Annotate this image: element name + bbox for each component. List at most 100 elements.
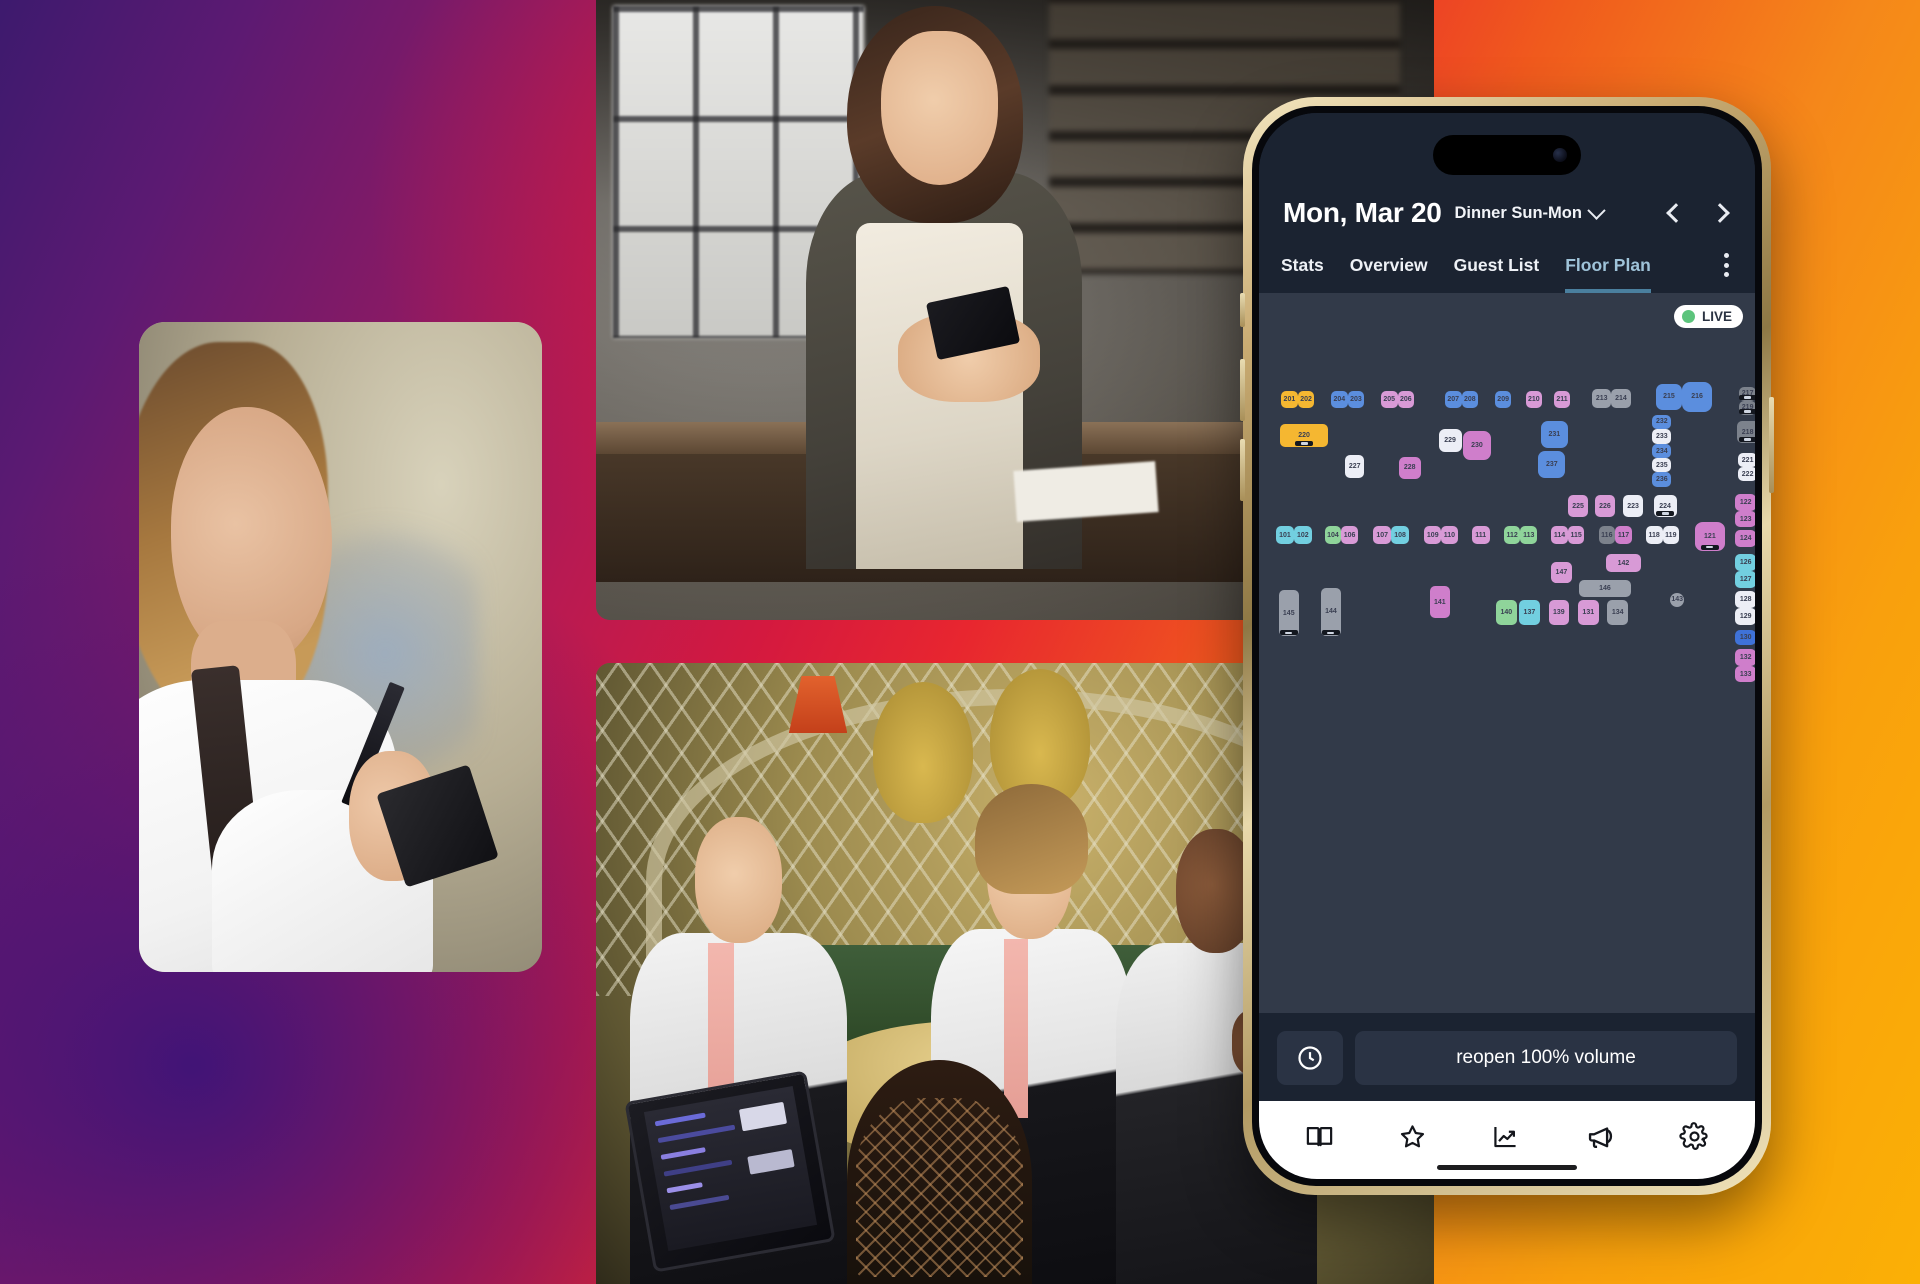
floor-table[interactable]: 234 <box>1652 444 1672 459</box>
floor-table[interactable]: 211 <box>1553 390 1571 409</box>
floor-table[interactable]: 220 <box>1279 423 1329 447</box>
volume-down-button[interactable] <box>1240 439 1245 501</box>
floor-table[interactable]: 218 <box>1736 421 1755 443</box>
floor-table[interactable]: 227 <box>1345 454 1365 478</box>
floor-table-label: 129 <box>1739 612 1752 620</box>
floor-table[interactable]: 102 <box>1293 526 1312 545</box>
tab-stats[interactable]: Stats <box>1281 255 1324 293</box>
floor-table[interactable]: 112 <box>1503 526 1521 545</box>
floor-table-label: 215 <box>1663 393 1675 401</box>
floor-table[interactable]: 101 <box>1275 526 1294 545</box>
floor-table[interactable]: 225 <box>1567 495 1589 518</box>
floor-table[interactable]: 107 <box>1373 526 1392 545</box>
floor-table[interactable]: 221 <box>1738 453 1755 468</box>
nav-settings[interactable] <box>1679 1121 1710 1152</box>
floor-table[interactable]: 139 <box>1548 600 1570 625</box>
floor-table[interactable]: 116 <box>1598 526 1616 545</box>
floor-table[interactable]: 126 <box>1735 554 1755 571</box>
tab-overview[interactable]: Overview <box>1350 255 1428 293</box>
floor-table[interactable]: 233 <box>1652 428 1672 445</box>
floor-table[interactable]: 128 <box>1735 591 1755 609</box>
floor-table[interactable]: 205 <box>1380 390 1398 409</box>
floor-table[interactable]: 124 <box>1735 530 1755 547</box>
floor-table[interactable]: 130 <box>1735 629 1755 646</box>
floor-table[interactable]: 140 <box>1496 600 1517 625</box>
floor-table[interactable]: 222 <box>1738 467 1755 482</box>
floor-plan-canvas[interactable]: LIVE 201 202 204 203 205 206 207 208 209 210 211 21… <box>1259 293 1755 1101</box>
nav-reservation-book[interactable] <box>1304 1121 1335 1152</box>
floor-table[interactable]: 142 <box>1606 554 1641 573</box>
floor-table[interactable]: 114 <box>1551 526 1568 545</box>
clock-button[interactable] <box>1277 1031 1343 1085</box>
floor-table[interactable]: 129 <box>1735 608 1755 625</box>
floor-table[interactable]: 123 <box>1735 510 1755 528</box>
floor-table[interactable]: 204 <box>1331 390 1348 409</box>
floor-table[interactable]: 113 <box>1520 526 1538 545</box>
floor-table-label: 137 <box>1523 609 1536 617</box>
floor-table[interactable]: 110 <box>1441 526 1458 545</box>
floor-table[interactable]: 144 <box>1320 587 1342 637</box>
floor-table[interactable]: 203 <box>1347 390 1365 409</box>
floor-table[interactable]: 207 <box>1444 390 1462 409</box>
floor-table[interactable]: 231 <box>1540 421 1568 449</box>
floor-table[interactable]: 223 <box>1622 495 1644 518</box>
floor-table[interactable]: 132 <box>1735 649 1755 666</box>
floor-table[interactable]: 111 <box>1471 526 1490 545</box>
floor-table[interactable]: 143 <box>1670 592 1685 607</box>
floor-table[interactable]: 232 <box>1652 414 1672 429</box>
floor-table[interactable]: 122 <box>1735 494 1755 511</box>
floor-table[interactable]: 230 <box>1462 431 1491 460</box>
floor-table[interactable]: 201 <box>1281 390 1298 409</box>
tab-floor-plan[interactable]: Floor Plan <box>1565 255 1651 293</box>
power-button[interactable] <box>1769 397 1774 493</box>
floor-table[interactable]: 115 <box>1567 526 1585 545</box>
floor-table[interactable]: 119 <box>1662 526 1680 545</box>
floor-table[interactable]: 147 <box>1551 562 1572 583</box>
floor-table[interactable]: 108 <box>1391 526 1410 545</box>
floor-table[interactable]: 146 <box>1579 579 1631 597</box>
floor-table[interactable]: 109 <box>1424 526 1442 545</box>
floor-table[interactable]: 106 <box>1341 526 1358 545</box>
next-day-button[interactable] <box>1710 203 1730 223</box>
floor-table[interactable]: 219 <box>1738 400 1755 415</box>
nav-insights[interactable] <box>1490 1121 1521 1152</box>
floor-table[interactable]: 229 <box>1438 428 1462 452</box>
floor-table[interactable]: 226 <box>1594 495 1616 518</box>
floor-table[interactable]: 121 <box>1694 522 1726 551</box>
shift-selector[interactable]: Dinner Sun-Mon <box>1455 200 1606 223</box>
floor-table[interactable]: 237 <box>1538 450 1566 478</box>
floor-table[interactable]: 133 <box>1735 665 1755 683</box>
floor-table[interactable]: 209 <box>1494 390 1512 409</box>
floor-table[interactable]: 216 <box>1681 381 1713 413</box>
previous-day-button[interactable] <box>1666 203 1686 223</box>
floor-table[interactable]: 215 <box>1656 384 1682 410</box>
floor-table[interactable]: 118 <box>1645 526 1663 545</box>
floor-table-label: 235 <box>1656 461 1668 469</box>
floor-table[interactable]: 202 <box>1297 390 1315 409</box>
floor-table[interactable]: 217 <box>1738 386 1755 401</box>
floor-table[interactable]: 131 <box>1578 600 1599 625</box>
nav-announcements[interactable] <box>1584 1120 1617 1153</box>
floor-table[interactable]: 210 <box>1525 390 1543 409</box>
floor-table[interactable]: 134 <box>1607 600 1628 625</box>
floor-table[interactable]: 141 <box>1429 586 1451 619</box>
silent-switch[interactable] <box>1240 293 1245 327</box>
floor-table[interactable]: 235 <box>1652 458 1672 473</box>
floor-table[interactable]: 224 <box>1653 495 1677 518</box>
floor-table[interactable]: 236 <box>1652 472 1672 487</box>
floor-table[interactable]: 208 <box>1461 390 1479 409</box>
floor-table[interactable]: 104 <box>1324 526 1342 545</box>
kebab-menu-icon[interactable] <box>1724 253 1733 293</box>
floor-table[interactable]: 145 <box>1278 590 1299 637</box>
floor-table[interactable]: 117 <box>1615 526 1632 545</box>
floor-table[interactable]: 137 <box>1519 600 1540 625</box>
reopen-volume-button[interactable]: reopen 100% volume <box>1355 1031 1737 1085</box>
floor-table[interactable]: 206 <box>1397 390 1415 409</box>
volume-up-button[interactable] <box>1240 359 1245 421</box>
tab-guest-list[interactable]: Guest List <box>1454 255 1540 293</box>
floor-table[interactable]: 127 <box>1735 571 1755 588</box>
floor-table[interactable]: 213 <box>1592 389 1612 409</box>
floor-table[interactable]: 228 <box>1398 457 1421 479</box>
floor-table[interactable]: 214 <box>1611 389 1631 409</box>
nav-favorites[interactable] <box>1397 1121 1428 1152</box>
